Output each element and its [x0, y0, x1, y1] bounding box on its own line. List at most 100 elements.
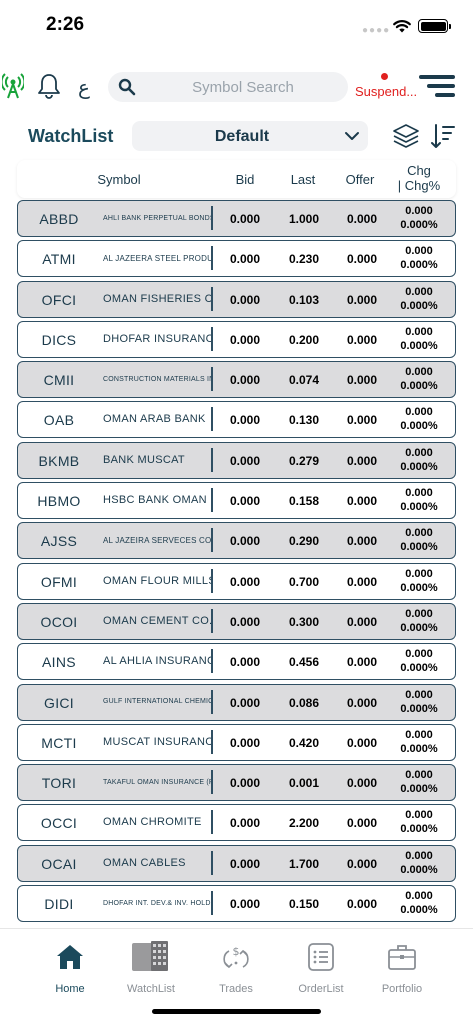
row-chg-pct: 0.000% [400, 621, 438, 634]
row-offer: 0.000 [346, 897, 378, 912]
table-row[interactable]: DICS DHOFAR INSURANCE 0.000 0.200 0.000 0.000… [17, 320, 456, 358]
row-company-name: BANK MUSCAT [103, 453, 185, 466]
column-chg-pct-label: | Chg% [397, 178, 441, 193]
row-company-name: OMAN ARAB BANK [103, 413, 206, 426]
table-row[interactable]: OCAI OMAN CABLES 0.000 1.700 0.000 0.000 0.000… [17, 844, 456, 882]
tab-trades[interactable]: $ Trades [196, 935, 276, 997]
tab-portfolio[interactable]: Portfolio [362, 935, 442, 997]
row-bid: 0.000 [229, 494, 261, 509]
table-row[interactable]: CMII CONSTRUCTION MATERIALS INDUS... 0.000… [17, 361, 456, 399]
column-bid[interactable]: Bid [220, 172, 270, 187]
row-bid: 0.000 [229, 856, 261, 871]
row-last: 0.158 [288, 494, 320, 509]
column-chg[interactable]: Chg | Chg% [389, 163, 449, 193]
column-last[interactable]: Last [278, 172, 328, 187]
symbol-search-input[interactable] [148, 72, 338, 102]
row-symbol: OCAI [41, 855, 77, 872]
language-toggle[interactable]: ع [78, 75, 90, 99]
row-divider [211, 326, 213, 351]
row-chg: 0.000 [405, 769, 433, 782]
watchlist-table: ABBD AHLI BANK PERPETUAL BONDS 2019 0.000 1… [17, 200, 456, 925]
row-bid: 0.000 [229, 413, 261, 428]
table-row[interactable]: ATMI AL JAZEERA STEEL PRODUCT 0.000 0.230 0.… [17, 240, 456, 278]
row-chg: 0.000 [405, 890, 433, 903]
row-company-name: AL JAZEIRA SERVECES CO. [103, 535, 211, 545]
table-row[interactable]: OFMI OMAN FLOUR MILLS 0.000 0.700 0.000 0.000… [17, 562, 456, 600]
row-chg: 0.000 [405, 688, 433, 701]
menu-icon[interactable] [419, 74, 455, 100]
row-last: 0.300 [288, 614, 320, 629]
table-row[interactable]: OCCI OMAN CHROMITE 0.000 2.200 0.000 0.000 0.0… [17, 804, 456, 842]
table-row[interactable]: AJSS AL JAZEIRA SERVECES CO. 0.000 0.290 0.0… [17, 522, 456, 560]
tab-home-label: Home [55, 983, 85, 995]
row-bid: 0.000 [229, 776, 261, 791]
row-last: 0.279 [288, 453, 320, 468]
row-offer: 0.000 [346, 534, 378, 549]
table-row[interactable]: BKMB BANK MUSCAT 0.000 0.279 0.000 0.000 0.000… [17, 441, 456, 479]
tab-orderlist[interactable]: OrderList [281, 935, 361, 997]
row-chg-pct: 0.000% [400, 380, 438, 393]
row-chg-pct: 0.000% [400, 783, 438, 796]
row-chg-pct: 0.000% [400, 339, 438, 352]
row-symbol: OAB [43, 412, 75, 429]
search-icon [118, 78, 136, 96]
row-symbol: GICI [44, 694, 74, 711]
watchlist-title: WatchList [28, 126, 114, 146]
row-divider [211, 891, 213, 916]
table-row[interactable]: ABBD AHLI BANK PERPETUAL BONDS 2019 0.000 1… [17, 200, 456, 237]
row-symbol: AJSS [40, 533, 78, 550]
bell-icon[interactable] [37, 73, 61, 99]
row-last: 1.700 [288, 856, 320, 871]
market-status-dot [381, 73, 388, 80]
row-chg: 0.000 [405, 245, 433, 258]
table-row[interactable]: MCTI MUSCAT INSURANCE 0.000 0.420 0.000 0.000… [17, 723, 456, 761]
row-change: 0.000 0.000% [388, 405, 450, 433]
market-status[interactable]: Suspend... [355, 84, 417, 99]
tab-home[interactable]: Home [30, 935, 110, 997]
row-offer: 0.000 [346, 776, 378, 791]
row-bid: 0.000 [229, 816, 261, 831]
table-row[interactable]: AINS AL AHLIA INSURANCE 0.000 0.456 0.000 0.0… [17, 643, 456, 681]
column-symbol[interactable]: Symbol [79, 172, 159, 187]
row-company-name: AL JAZEERA STEEL PRODUCT [103, 253, 211, 263]
tab-orderlist-label: OrderList [298, 983, 344, 995]
table-row[interactable]: OFCIOMAN FISHERIES CO.0.0000.1030.0000.0… [17, 280, 456, 318]
connection-antenna-icon[interactable] [2, 73, 24, 99]
row-chg: 0.000 [405, 406, 433, 419]
tab-watchlist[interactable]: WatchList [111, 935, 191, 997]
symbol-search-box[interactable] [108, 72, 348, 102]
row-chg-pct: 0.000% [400, 541, 438, 554]
watchlist-icon [132, 941, 168, 971]
table-row[interactable]: OAB OMAN ARAB BANK 0.000 0.130 0.000 0.000 0.0… [17, 401, 456, 439]
row-chg-pct: 0.000% [400, 823, 438, 836]
row-company-name: GULF INTERNATIONAL CHEMICALS [103, 698, 211, 706]
row-chg: 0.000 [405, 205, 433, 217]
table-row[interactable]: HBMO HSBC BANK OMAN 0.000 0.158 0.000 0.000 0.… [17, 482, 456, 520]
row-bid: 0.000 [229, 655, 261, 670]
row-chg: 0.000 [405, 567, 433, 580]
watchlist-selector[interactable]: Default [132, 121, 368, 151]
row-offer: 0.000 [346, 373, 378, 388]
row-chg-pct: 0.000% [400, 904, 438, 917]
row-bid: 0.000 [229, 574, 261, 589]
layers-icon[interactable] [392, 122, 420, 150]
sort-icon[interactable] [430, 122, 456, 150]
table-row[interactable]: DIDIDHOFAR INT. DEV.& INV. HOLDING0.0000… [17, 885, 456, 923]
row-company-name: AHLI BANK PERPETUAL BONDS 2019 [103, 214, 211, 222]
row-offer: 0.000 [346, 494, 378, 509]
row-company-name: OMAN FISHERIES CO. [103, 292, 211, 305]
column-offer[interactable]: Offer [335, 172, 385, 187]
row-change: 0.000 0.000% [388, 204, 450, 232]
signal-dots-icon: ●●●● [362, 25, 391, 36]
table-row[interactable]: GICIGULF INTERNATIONAL CHEMICALS0.0000.0… [17, 683, 456, 721]
row-change: 0.000 0.000% [388, 728, 450, 756]
row-last: 0.700 [288, 574, 320, 589]
status-time: 2:26 [46, 14, 85, 35]
table-row[interactable]: TORI TAKAFUL OMAN INSURANCE (RIGHT... 0.00… [17, 764, 456, 802]
row-chg: 0.000 [405, 325, 433, 338]
row-symbol: OFMI [40, 573, 78, 590]
row-divider [211, 367, 213, 392]
row-company-name: MUSCAT INSURANCE [103, 735, 211, 748]
table-row[interactable]: OCOI OMAN CEMENT CO. 0.000 0.300 0.000 0.000 0… [17, 602, 456, 640]
watchlist-selected: Default [214, 128, 270, 145]
